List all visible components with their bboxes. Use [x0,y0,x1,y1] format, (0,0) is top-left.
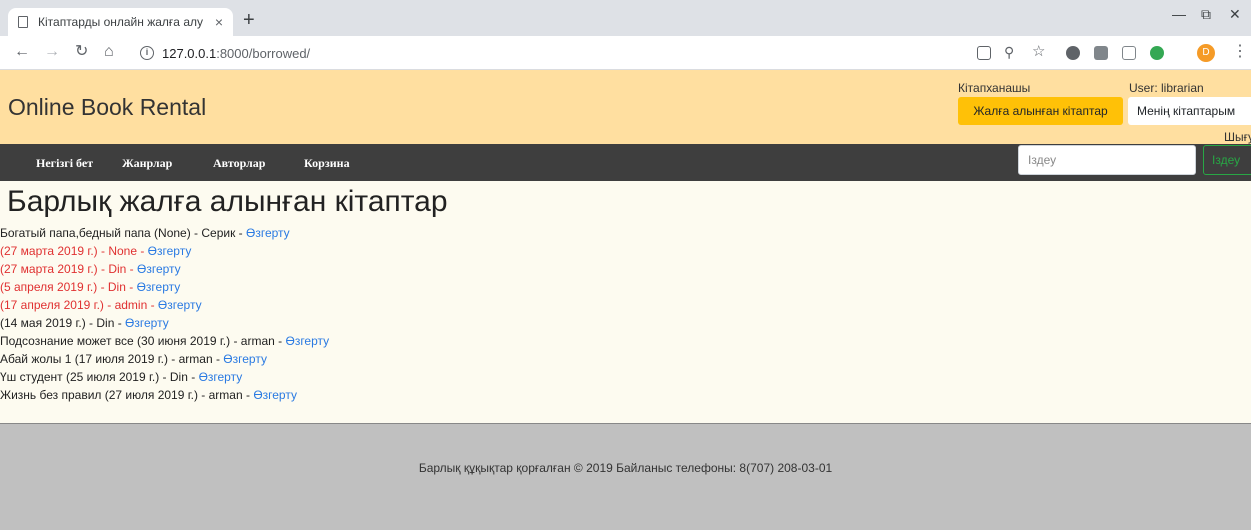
main-content: Барлық жалға алынған кітаптар Богатый па… [0,181,1251,423]
borrow-record-text: Абай жолы 1 (17 июля 2019 г.) - arman - [0,352,224,366]
nav-item-genres[interactable]: Жанрлар [122,156,172,171]
restore-icon[interactable]: ⧉ [1201,6,1211,23]
edit-link[interactable]: Өзгерту [285,334,329,348]
reload-icon[interactable]: ↻ [75,44,88,60]
logout-link[interactable]: Шығу [1224,130,1251,144]
browser-tab[interactable]: Кітаптарды онлайн жалға алу × [8,8,233,36]
browser-toolbar: ← → ↻ ⌂ i 127.0.0.1:8000/borrowed/ ⚲ ☆ D… [0,36,1251,70]
browser-tabstrip: Кітаптарды онлайн жалға алу × + — ⧉ ✕ [0,0,1251,36]
borrow-record-text: (27 марта 2019 г.) - None - [0,244,148,258]
borrowed-books-button[interactable]: Жалға алынған кітаптар [958,97,1123,125]
borrow-record-text: Подсознание может все (30 июня 2019 г.) … [0,334,286,348]
search-button[interactable]: Іздеу [1203,145,1251,175]
zoom-icon[interactable]: ⚲ [1004,44,1014,60]
edit-link[interactable]: Өзгерту [253,388,297,402]
borrow-record-text: Жизнь без правил (27 июля 2019 г.) - arm… [0,388,254,402]
edit-link[interactable]: Өзгерту [246,226,290,240]
window-close-icon[interactable]: ✕ [1229,6,1241,23]
edit-link[interactable]: Өзгерту [137,262,181,276]
role-label: Кітапханашы [958,81,1031,95]
camera-extension-icon[interactable] [1094,46,1108,60]
menu-icon[interactable]: ⋮ [1232,44,1248,60]
info-icon[interactable]: i [140,46,154,60]
new-tab-button[interactable]: + [243,10,255,30]
minimize-icon[interactable]: — [1172,6,1186,22]
home-icon[interactable]: ⌂ [104,44,114,60]
borrowed-list: Богатый папа,бедный папа (None) - Серик … [0,224,1251,404]
page-title: Барлық жалға алынған кітаптар [7,185,448,218]
edit-link[interactable]: Өзгерту [125,316,169,330]
site-header: Online Book Rental Кітапханашы User: lib… [0,70,1251,144]
my-books-button[interactable]: Менің кітаптарым [1128,97,1251,125]
list-item: (5 апреля 2019 г.) - Din - Өзгерту [0,278,1251,296]
search-extension-icon[interactable] [1122,46,1136,60]
list-item: (27 марта 2019 г.) - None - Өзгерту [0,242,1251,260]
borrow-record-text: (17 апреля 2019 г.) - admin - [0,298,158,312]
borrow-record-text: (14 мая 2019 г.) - Din - [0,316,126,330]
nav-item-authors[interactable]: Авторлар [213,156,265,171]
user-label: User: librarian [1129,81,1204,95]
edit-link[interactable]: Өзгерту [158,298,202,312]
footer-text: Барлық құқықтар қорғалған © 2019 Байланы… [418,461,833,475]
list-item: Подсознание может все (30 июня 2019 г.) … [0,332,1251,350]
list-item: (14 мая 2019 г.) - Din - Өзгерту [0,314,1251,332]
translate-icon[interactable] [977,46,991,60]
borrow-record-text: Богатый папа,бедный папа (None) - Серик … [0,226,246,240]
list-item: Жизнь без правил (27 июля 2019 г.) - arm… [0,386,1251,404]
page-icon [18,16,28,28]
edit-link[interactable]: Өзгерту [148,244,192,258]
nav-item-home[interactable]: Негізгі бет [36,156,93,171]
edit-link[interactable]: Өзгерту [199,370,243,384]
forward-icon[interactable]: → [44,44,60,60]
url-path: :8000/borrowed/ [216,45,311,61]
main-navbar: Негізгі бет Жанрлар Авторлар Корзина Ізд… [0,144,1251,181]
list-item: Богатый папа,бедный папа (None) - Серик … [0,224,1251,242]
borrow-record-text: (27 марта 2019 г.) - Din - [0,262,137,276]
back-icon[interactable]: ← [14,44,30,60]
tab-title: Кітаптарды онлайн жалға алу [38,15,203,29]
list-item: (27 марта 2019 г.) - Din - Өзгерту [0,260,1251,278]
address-bar[interactable]: i 127.0.0.1:8000/borrowed/ [140,39,960,67]
borrow-record-text: (5 апреля 2019 г.) - Din - [0,280,137,294]
borrow-record-text: Үш студент (25 июля 2019 г.) - Din - [0,370,199,384]
url-host: 127.0.0.1 [162,45,217,61]
star-icon[interactable]: ☆ [1032,44,1045,60]
edit-link[interactable]: Өзгерту [137,280,181,294]
nav-item-cart[interactable]: Корзина [304,156,350,171]
extension-icon[interactable] [1066,46,1080,60]
footer: Барлық құқықтар қорғалған © 2019 Байланы… [0,423,1251,530]
green-extension-icon[interactable] [1150,46,1164,60]
profile-avatar[interactable]: D [1197,44,1215,62]
search-input[interactable]: Іздеу [1018,145,1196,175]
tab-close-icon[interactable]: × [215,14,223,30]
edit-link[interactable]: Өзгерту [223,352,267,366]
brand-title[interactable]: Online Book Rental [8,94,206,121]
list-item: Абай жолы 1 (17 июля 2019 г.) - arman - … [0,350,1251,368]
list-item: Үш студент (25 июля 2019 г.) - Din - Өзг… [0,368,1251,386]
list-item: (17 апреля 2019 г.) - admin - Өзгерту [0,296,1251,314]
